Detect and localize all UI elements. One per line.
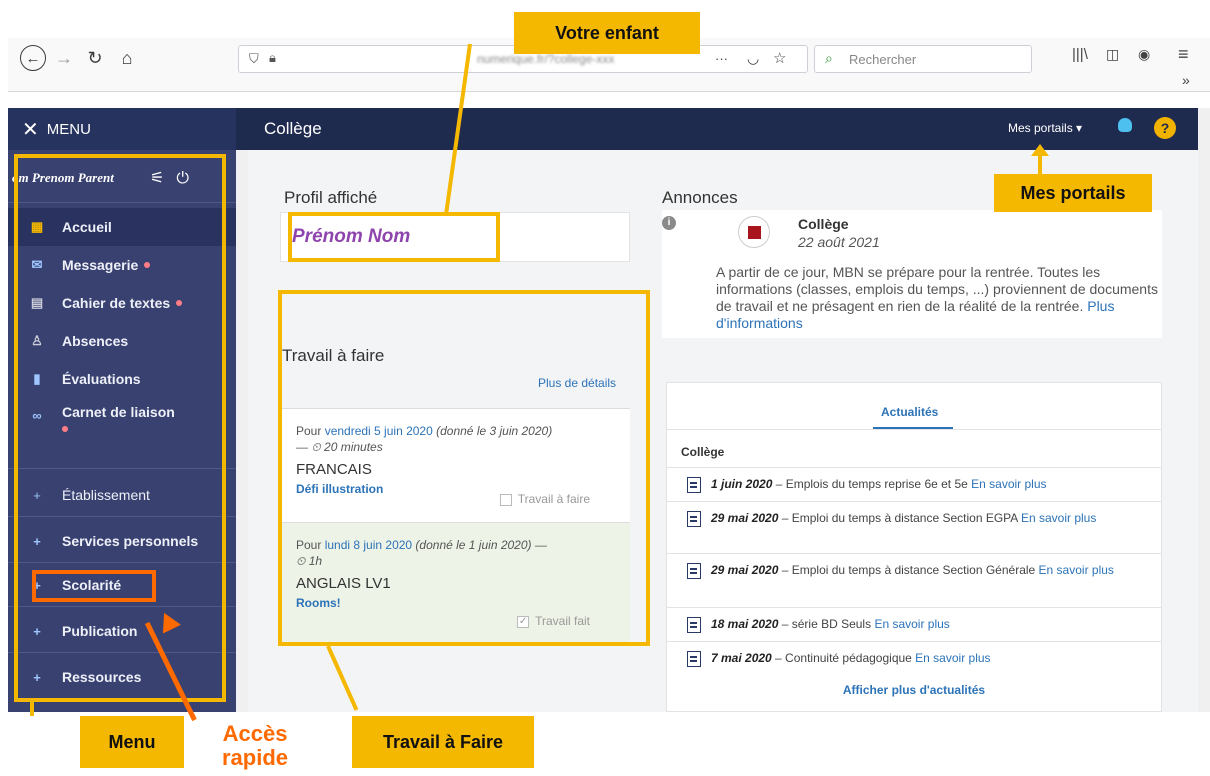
bookmark-star-icon[interactable]: ☆ bbox=[773, 49, 786, 67]
document-icon bbox=[687, 511, 701, 527]
news-panel: Actualités Collège 1 juin 2020 – Emplois… bbox=[666, 382, 1162, 712]
sidebar-scrollbar[interactable] bbox=[236, 150, 248, 712]
search-input[interactable]: ⌕ Rechercher bbox=[814, 45, 1032, 73]
news-link[interactable]: En savoir plus bbox=[1021, 511, 1096, 525]
document-icon bbox=[687, 477, 701, 493]
child-highlight bbox=[288, 212, 500, 262]
page-actions-icon[interactable]: ··· bbox=[715, 51, 728, 66]
news-group-title: Collège bbox=[681, 445, 725, 459]
page-title: Collège bbox=[264, 119, 322, 138]
app-header: ✕ MENU Collège Mes portails ▾ ? bbox=[8, 108, 1198, 150]
announcement-body: A partir de ce jour, MBN se prépare pour… bbox=[716, 264, 1158, 331]
help-button[interactable]: ? bbox=[1154, 117, 1176, 139]
account-icon[interactable]: ◉ bbox=[1138, 46, 1150, 63]
menu-leader-line bbox=[30, 702, 34, 716]
lightbulb-icon[interactable] bbox=[1118, 118, 1132, 132]
shield-icon: ⛉ bbox=[249, 51, 259, 66]
document-icon bbox=[687, 651, 701, 667]
news-link[interactable]: En savoir plus bbox=[1039, 563, 1114, 577]
tab-actualites[interactable]: Actualités bbox=[881, 405, 938, 419]
school-logo bbox=[738, 216, 770, 248]
news-item: 29 mai 2020 – Emploi du temps à distance… bbox=[667, 553, 1161, 587]
news-link[interactable]: En savoir plus bbox=[915, 651, 990, 665]
announcement-source: Collège bbox=[798, 216, 849, 232]
callout-todo: Travail à Faire bbox=[352, 716, 534, 768]
callout-portals: Mes portails bbox=[994, 174, 1152, 212]
announcement-date: 22 août 2021 bbox=[798, 234, 880, 250]
announcements-heading: Annonces bbox=[662, 188, 738, 207]
document-icon bbox=[687, 617, 701, 633]
hamburger-menu-icon[interactable]: ≡ bbox=[1178, 44, 1189, 65]
screenshot: ← → ↻ ⌂ ⛉ 🔒︎ numerique.fr/?college-xxx ·… bbox=[0, 0, 1210, 776]
callout-child: Votre enfant bbox=[514, 12, 700, 54]
info-icon: i bbox=[662, 216, 676, 230]
menu-toggle[interactable]: ✕ MENU bbox=[8, 108, 236, 150]
library-icon[interactable]: |||\ bbox=[1072, 46, 1088, 63]
reload-button[interactable]: ↻ bbox=[84, 45, 106, 71]
portals-dropdown[interactable]: Mes portails ▾ bbox=[1008, 121, 1082, 135]
sidebar-toggle-icon[interactable]: ◫ bbox=[1106, 46, 1119, 63]
back-button[interactable]: ← bbox=[20, 45, 46, 71]
divider bbox=[667, 429, 1161, 430]
url-text: numerique.fr/?college-xxx bbox=[477, 52, 615, 66]
news-link[interactable]: En savoir plus bbox=[874, 617, 949, 631]
profile-heading: Profil affiché bbox=[284, 188, 378, 207]
news-item: 7 mai 2020 – Continuité pédagogique En s… bbox=[667, 641, 1161, 675]
menu-label: MENU bbox=[46, 120, 91, 138]
forward-button[interactable]: → bbox=[54, 45, 74, 71]
todo-highlight bbox=[278, 290, 650, 646]
news-item: 18 mai 2020 – série BD Seuls En savoir p… bbox=[667, 607, 1161, 641]
menu-highlight bbox=[14, 154, 226, 702]
close-icon: ✕ bbox=[22, 118, 39, 141]
search-icon: ⌕ bbox=[825, 50, 833, 66]
lock-icon: 🔒︎ bbox=[269, 50, 276, 65]
news-item: 1 juin 2020 – Emplois du temps reprise 6… bbox=[667, 467, 1161, 501]
callout-menu: Menu bbox=[80, 716, 184, 768]
news-link[interactable]: En savoir plus bbox=[971, 477, 1046, 491]
news-item: 29 mai 2020 – Emploi du temps à distance… bbox=[667, 501, 1161, 535]
overflow-chevron-icon[interactable]: » bbox=[1182, 72, 1190, 88]
arrow-up-icon bbox=[1031, 144, 1049, 156]
main-scrollbar[interactable] bbox=[1198, 108, 1210, 712]
document-icon bbox=[687, 563, 701, 579]
home-button[interactable]: ⌂ bbox=[116, 45, 138, 71]
search-placeholder: Rechercher bbox=[849, 52, 917, 67]
pocket-icon[interactable]: ◡ bbox=[747, 50, 759, 67]
more-news-link[interactable]: Afficher plus d'actualités bbox=[667, 683, 1161, 697]
callout-quick-access: Accès rapide bbox=[222, 721, 289, 770]
quick-access-highlight bbox=[32, 570, 156, 602]
